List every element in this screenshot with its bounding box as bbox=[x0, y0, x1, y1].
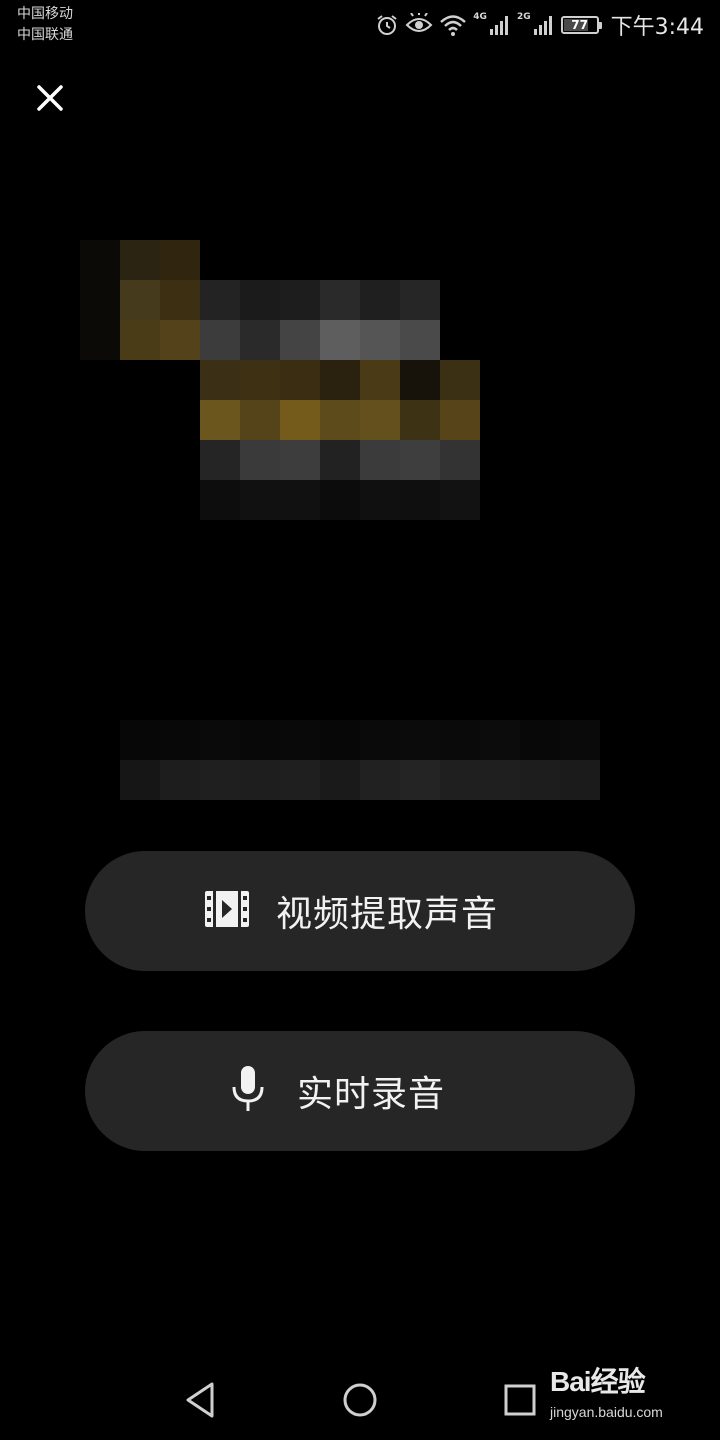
wifi-icon bbox=[440, 15, 467, 36]
microphone-icon bbox=[229, 1065, 267, 1117]
watermark: Bai经验 jingyan.baidu.com bbox=[550, 1360, 680, 1424]
home-circle-icon bbox=[343, 1383, 377, 1417]
mosaic-block-text bbox=[120, 720, 600, 800]
battery-text: 77 bbox=[571, 18, 588, 32]
nav-recent-button[interactable] bbox=[496, 1376, 544, 1424]
mosaic-block-c bbox=[200, 360, 480, 520]
close-button[interactable] bbox=[30, 78, 70, 118]
back-triangle-icon bbox=[186, 1382, 214, 1418]
watermark-logo: Bai经验 bbox=[550, 1366, 646, 1397]
live-record-button[interactable]: 实时录音 bbox=[85, 1031, 635, 1151]
clock: 下午3:44 bbox=[610, 15, 704, 40]
nav-back-button[interactable] bbox=[176, 1376, 224, 1424]
extract-audio-label: 视频提取声音 bbox=[275, 894, 498, 935]
close-icon bbox=[37, 85, 63, 111]
nav-home-button[interactable] bbox=[336, 1376, 384, 1424]
net-label-2g: 2G bbox=[516, 12, 531, 22]
mosaic-block-a bbox=[80, 240, 200, 360]
carrier-1: 中国移动 bbox=[17, 6, 73, 22]
battery-icon: 77 bbox=[560, 16, 602, 34]
status-icons: 4G 2G 77 下午3:44 bbox=[375, 8, 704, 42]
net-label-4g: 4G bbox=[473, 12, 487, 22]
eye-icon bbox=[405, 13, 433, 32]
carrier-info: 中国移动 中国联通 bbox=[17, 4, 73, 46]
signal-4g-icon bbox=[489, 16, 508, 35]
watermark-url: jingyan.baidu.com bbox=[550, 1404, 663, 1420]
film-icon bbox=[204, 890, 250, 932]
signal-2g-icon bbox=[533, 16, 552, 35]
live-record-label: 实时录音 bbox=[296, 1074, 445, 1115]
status-bar: 中国移动 中国联通 4G 2G 77 下午3:44 bbox=[0, 0, 720, 50]
extract-audio-button[interactable]: 视频提取声音 bbox=[85, 851, 635, 971]
recent-square-icon bbox=[504, 1384, 536, 1416]
carrier-2: 中国联通 bbox=[17, 27, 73, 43]
mosaic-block-b bbox=[200, 280, 440, 360]
alarm-icon bbox=[377, 15, 397, 35]
